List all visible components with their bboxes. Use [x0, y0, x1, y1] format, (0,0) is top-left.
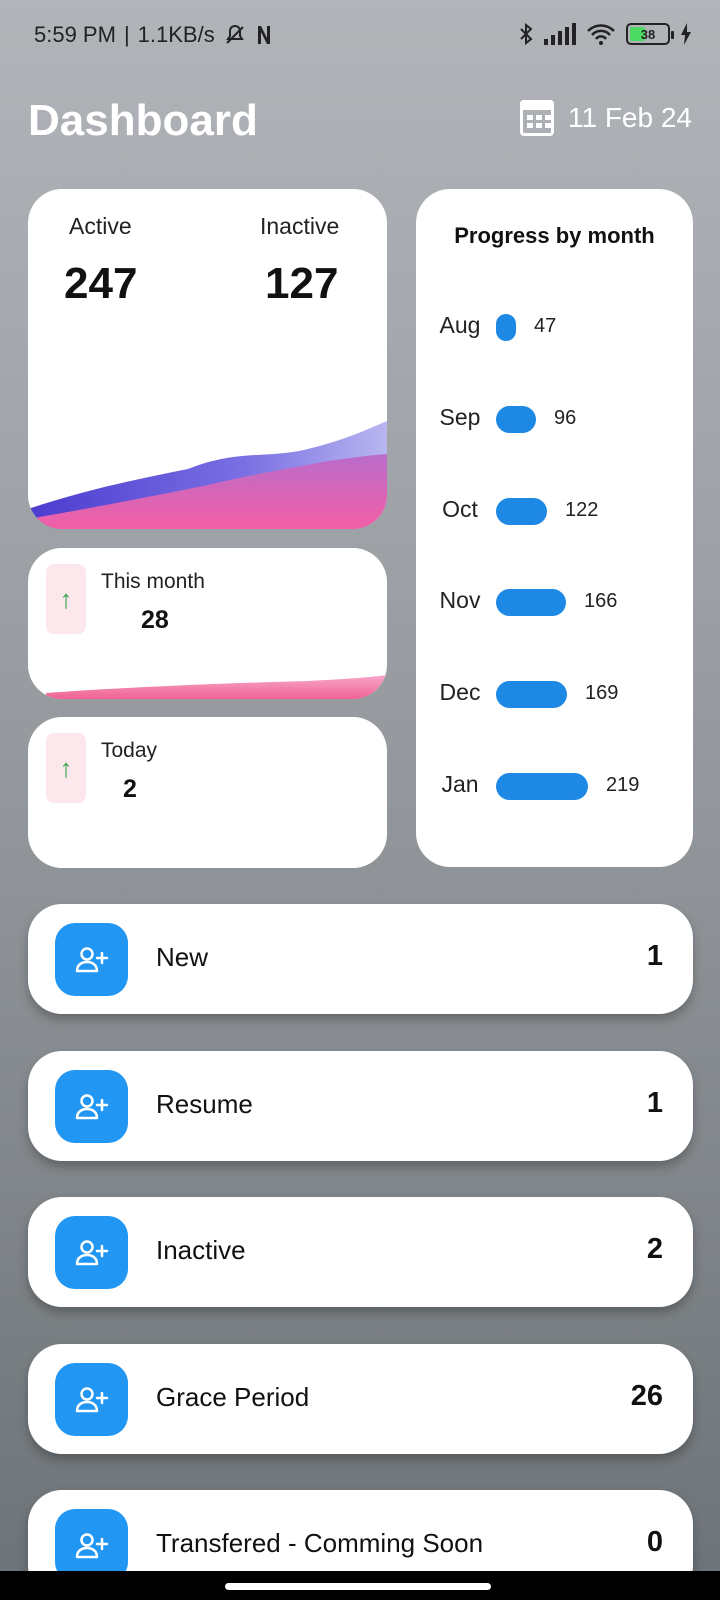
list-item-count: 0: [646, 1526, 663, 1558]
add-user-icon: [55, 923, 128, 996]
add-user-icon: [55, 1363, 128, 1436]
active-label: Active: [69, 213, 132, 239]
progress-bar: [496, 589, 566, 616]
status-list-item[interactable]: Grace Period 26: [28, 1344, 693, 1454]
progress-month: Aug: [439, 312, 481, 338]
status-left: 5:59 PM | 1.1KB/s: [34, 22, 273, 48]
progress-month: Nov: [439, 587, 481, 613]
today-label: Today: [101, 739, 158, 762]
today-value: 2: [123, 775, 137, 803]
progress-bar: [496, 773, 588, 800]
progress-row: Jan 219: [416, 766, 693, 806]
progress-value: 47: [534, 315, 557, 337]
inactive-label: Inactive: [260, 213, 340, 239]
progress-row: Sep 96: [416, 399, 693, 439]
battery-icon: 38: [626, 23, 674, 45]
progress-value: 96: [554, 407, 577, 429]
status-list-item[interactable]: New 1: [28, 904, 693, 1014]
progress-month: Dec: [439, 679, 481, 705]
arrow-up-icon: ↑: [46, 733, 86, 803]
home-handle[interactable]: [225, 1583, 491, 1590]
list-item-count: 1: [646, 940, 663, 972]
inactive-value: 127: [265, 259, 339, 308]
add-user-icon: [55, 1070, 128, 1143]
list-item-count: 1: [646, 1087, 663, 1119]
bluetooth-icon: [520, 22, 533, 46]
battery-level: 38: [640, 26, 656, 42]
this-month-label: This month: [101, 570, 205, 593]
progress-month: Oct: [442, 496, 478, 522]
add-user-icon: [55, 1216, 128, 1289]
status-bar: 5:59 PM | 1.1KB/s 38: [0, 0, 720, 70]
page-title: Dashboard: [28, 96, 258, 145]
progress-bar: [496, 406, 536, 433]
active-inactive-card[interactable]: Active 247 Inactive 127: [28, 189, 387, 529]
signal-icon: [544, 23, 576, 45]
progress-by-month-card[interactable]: Progress by month Aug 47 Sep 96 Oct 122 Nov 166…: [416, 189, 693, 867]
bell-off-icon: [225, 24, 244, 44]
status-time: 5:59 PM: [34, 22, 116, 47]
n-notification-icon: [257, 26, 270, 44]
calendar-icon: [519, 100, 554, 136]
progress-month: Jan: [441, 771, 479, 797]
progress-bar: [496, 681, 567, 708]
status-speed: 1.1KB/s: [137, 22, 215, 47]
list-item-label: Resume: [156, 1089, 253, 1119]
area-wave-chart: [28, 421, 387, 529]
date-text: 11 Feb 24: [567, 102, 692, 133]
progress-bar: [496, 314, 516, 341]
arrow-up-icon: ↑: [46, 564, 86, 634]
list-item-count: 2: [646, 1233, 663, 1265]
active-value: 247: [64, 259, 138, 308]
progress-value: 166: [584, 590, 618, 612]
status-right: 38: [518, 22, 692, 46]
status-list-item[interactable]: Resume 1: [28, 1051, 693, 1161]
progress-value: 122: [565, 499, 599, 521]
date-picker[interactable]: 11 Feb 24: [519, 100, 692, 136]
list-item-label: New: [156, 942, 209, 972]
progress-bar: [496, 498, 547, 525]
progress-month: Sep: [439, 404, 481, 430]
progress-row: Nov 166: [416, 582, 693, 622]
this-month-card[interactable]: ↑ This month 28: [28, 548, 387, 699]
progress-value: 219: [606, 774, 640, 796]
progress-row: Aug 47: [416, 307, 693, 347]
charging-icon: [681, 23, 691, 45]
this-month-value: 28: [141, 606, 169, 634]
list-item-label: Transfered - Comming Soon: [156, 1528, 484, 1558]
progress-row: Dec 169: [416, 674, 693, 714]
this-month-wave: [46, 675, 387, 699]
progress-value: 169: [585, 682, 619, 704]
list-item-label: Grace Period: [156, 1382, 310, 1412]
status-separator: |: [123, 22, 130, 47]
list-item-count: 26: [630, 1380, 663, 1412]
today-card[interactable]: ↑ Today 2: [28, 717, 387, 868]
status-list-item[interactable]: Inactive 2: [28, 1197, 693, 1307]
list-item-label: Inactive: [156, 1235, 246, 1265]
wifi-icon: [587, 24, 615, 45]
system-nav-bar: [0, 1571, 720, 1600]
progress-title: Progress by month: [454, 223, 655, 248]
progress-row: Oct 122: [416, 491, 693, 531]
